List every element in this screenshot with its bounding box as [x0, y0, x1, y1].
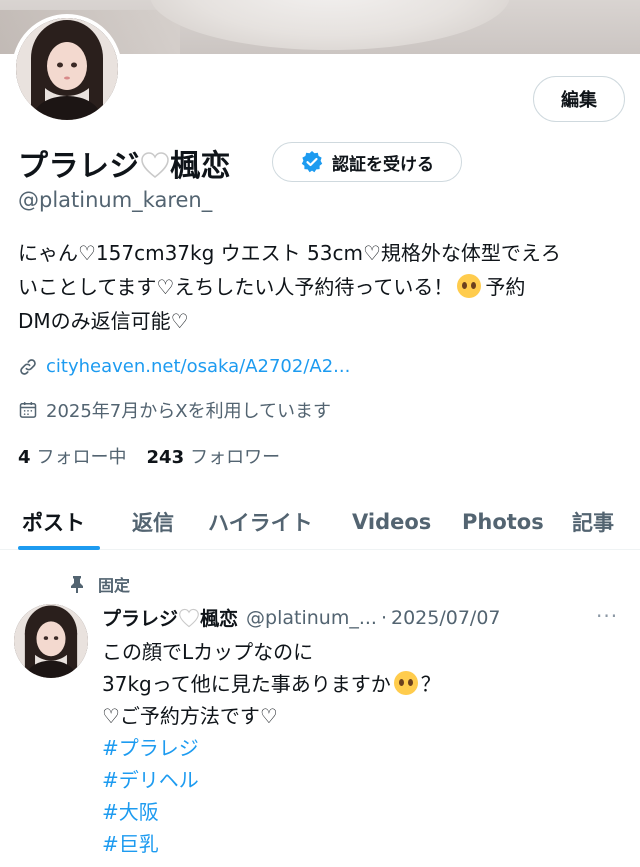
follow-stats: 4 フォロー中 243 フォロワー	[18, 443, 280, 469]
tab-videos[interactable]: Videos	[352, 494, 431, 550]
profile-bio: にゃん♡157cm37kg ウエスト 53cm♡規格外な体型でえろ いことしてま…	[18, 241, 561, 333]
profile-handle: @platinum_karen_	[18, 188, 213, 212]
verified-badge-icon	[301, 151, 323, 173]
tweet-author-handle[interactable]: @platinum_...	[246, 607, 377, 629]
tweet-date[interactable]: 2025/07/07	[391, 607, 501, 629]
tweet-text: この顔でLカップなのに 37kgって他に見た事ありますか？ ♡ご予約方法です♡ …	[102, 636, 622, 860]
tweet-avatar[interactable]	[14, 604, 88, 678]
profile-link[interactable]: cityheaven.net/osaka/A2702/A2...	[18, 356, 350, 377]
calendar-icon	[19, 402, 37, 418]
white-heart-icon	[179, 608, 199, 628]
profile-link-text[interactable]: cityheaven.net/osaka/A2702/A2...	[46, 356, 350, 377]
pinned-label: 固定	[68, 572, 130, 596]
tab-articles[interactable]: 記事	[572, 494, 614, 550]
tweet-author-name[interactable]: プラレジ 楓恋	[102, 604, 238, 631]
edit-profile-button[interactable]: 編集	[533, 76, 625, 122]
pin-icon	[71, 576, 83, 593]
hashtag-link[interactable]: #大阪	[102, 796, 622, 828]
active-tab-indicator	[18, 546, 100, 550]
white-heart-icon	[141, 152, 169, 178]
pleading-face-emoji	[457, 274, 482, 298]
tab-replies[interactable]: 返信	[132, 494, 174, 550]
verify-label: 認証を受ける	[332, 154, 434, 175]
separator-dot: ·	[380, 606, 387, 629]
tab-photos[interactable]: Photos	[462, 494, 544, 550]
joined-text: 2025年7月からXを利用しています	[46, 401, 332, 422]
profile-tabs: ポスト 返信 ハイライト Videos Photos 記事	[0, 494, 640, 550]
get-verified-button[interactable]: 認証を受ける	[272, 142, 462, 182]
pleading-face-emoji	[393, 671, 418, 695]
tab-posts[interactable]: ポスト	[22, 494, 85, 550]
hashtag-link[interactable]: #プラレジ	[102, 732, 622, 764]
joined-date: 2025年7月からXを利用しています	[18, 397, 331, 423]
link-icon	[20, 358, 36, 375]
display-name: プラレジ 楓恋	[18, 149, 231, 184]
tweet-header: プラレジ 楓恋 @platinum_... · 2025/07/07	[102, 604, 501, 631]
hashtag-link[interactable]: #デリヘル	[102, 764, 622, 796]
more-options-icon[interactable]: ···	[596, 604, 618, 628]
tab-highlights[interactable]: ハイライト	[208, 494, 313, 550]
hashtag-link[interactable]: #巨乳	[102, 828, 622, 860]
following-link[interactable]: 4 フォロー中	[18, 443, 127, 469]
profile-avatar[interactable]	[12, 14, 122, 124]
followers-link[interactable]: 243 フォロワー	[147, 443, 281, 469]
